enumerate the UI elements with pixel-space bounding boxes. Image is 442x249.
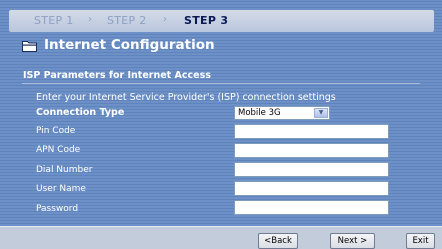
connection-type-select[interactable]: Mobile 3G ▼: [234, 106, 330, 120]
back-button[interactable]: <Back: [258, 233, 298, 249]
page-title: Internet Configuration: [44, 37, 215, 53]
section-divider: [22, 83, 420, 84]
next-button[interactable]: Next >: [330, 233, 375, 249]
section-title: ISP Parameters for Internet Access: [23, 70, 211, 81]
wizard-panel: STEP 1 › STEP 2 › STEP 3 Internet Config…: [0, 0, 442, 249]
step-1: STEP 1: [34, 14, 74, 27]
password-field[interactable]: [234, 200, 389, 215]
exit-button[interactable]: Exit: [406, 233, 435, 249]
dial-number-label: Dial Number: [36, 165, 93, 175]
pin-code-label: Pin Code: [36, 126, 76, 136]
folder-icon: [22, 41, 37, 52]
step-separator-1: ›: [88, 14, 92, 25]
apn-code-field[interactable]: [234, 143, 389, 158]
wizard-footer: <Back Next > Exit: [0, 226, 442, 249]
dial-number-field[interactable]: [234, 162, 389, 177]
password-label: Password: [36, 204, 79, 214]
step-2: STEP 2: [107, 14, 147, 27]
wizard-steps-bar: STEP 1 › STEP 2 › STEP 3: [9, 10, 434, 32]
apn-code-label: APN Code: [36, 145, 81, 155]
intro-text: Enter your Internet Service Provider's (…: [36, 92, 336, 103]
connection-type-value: Mobile 3G: [238, 108, 281, 118]
pin-code-field[interactable]: [234, 124, 389, 139]
step-separator-2: ›: [163, 14, 167, 25]
step-3: STEP 3: [184, 14, 229, 27]
user-name-field[interactable]: [234, 181, 389, 196]
chevron-down-icon[interactable]: ▼: [314, 108, 328, 118]
connection-type-label: Connection Type: [36, 107, 125, 118]
user-name-label: User Name: [36, 184, 86, 194]
